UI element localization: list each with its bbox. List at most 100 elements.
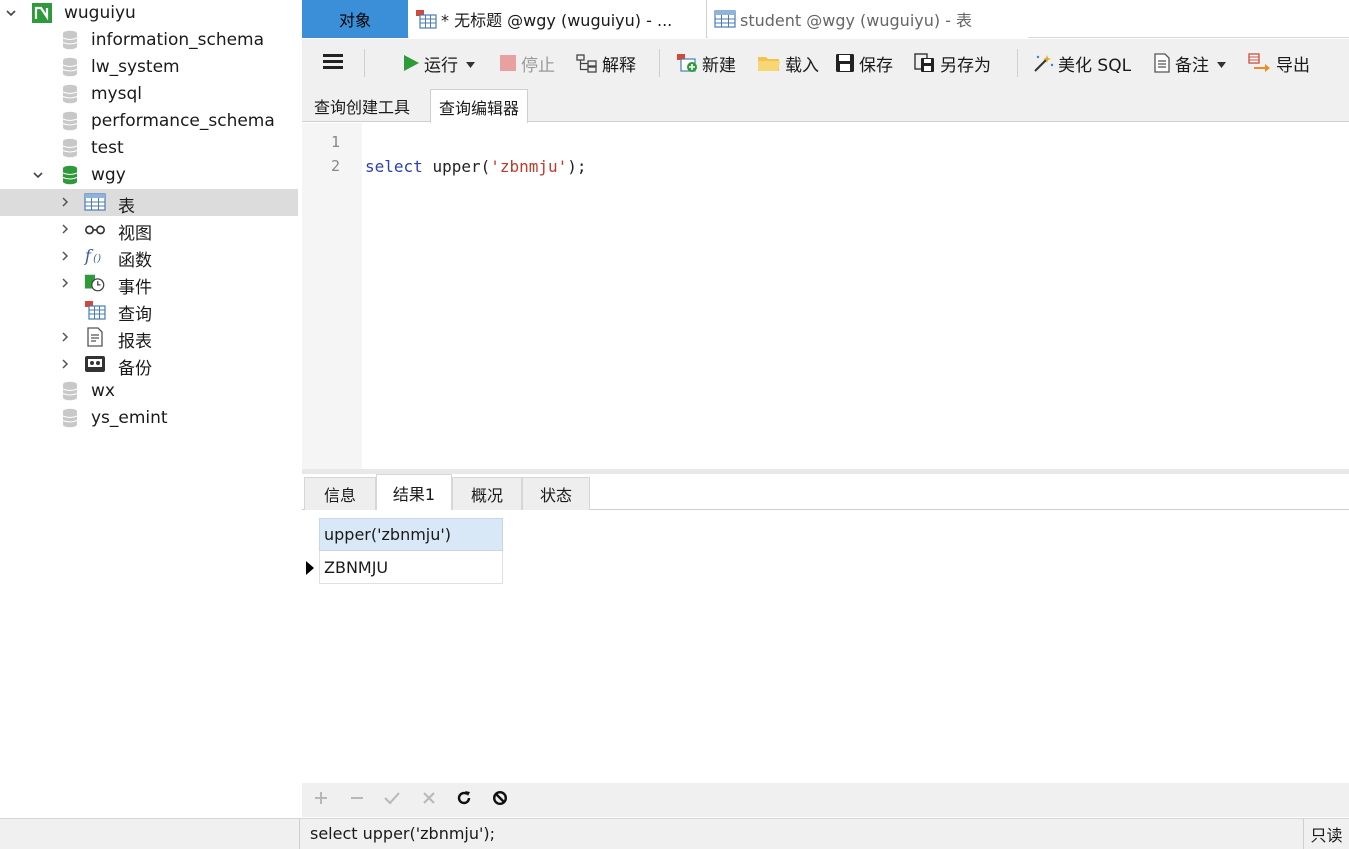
- query-icon: [84, 299, 106, 321]
- toolbar-divider: [659, 49, 660, 77]
- tree-item-label: 报表: [118, 332, 152, 352]
- query-icon: [415, 9, 437, 29]
- export-label: 导出: [1276, 55, 1310, 76]
- tree-database-wgy[interactable]: wgy: [0, 162, 298, 189]
- close-icon: [422, 790, 436, 810]
- svg-text:(): (): [93, 253, 101, 265]
- tree-item-backups[interactable]: 备份: [0, 351, 298, 379]
- tree-database[interactable]: ys_emint: [0, 405, 298, 432]
- chevron-right-icon[interactable]: [59, 250, 71, 262]
- database-icon: [59, 29, 81, 51]
- save-as-icon: [914, 53, 936, 73]
- save-icon: [835, 53, 855, 73]
- save-label: 保存: [859, 55, 893, 76]
- chevron-right-icon[interactable]: [59, 331, 71, 343]
- chevron-right-icon[interactable]: [59, 358, 71, 370]
- export-icon: [1248, 53, 1272, 73]
- sql-keyword: select: [365, 157, 423, 176]
- chevron-down-icon[interactable]: [5, 7, 17, 19]
- tree-item-label: 函数: [118, 251, 152, 271]
- chevron-right-icon[interactable]: [59, 277, 71, 289]
- refresh-icon: [456, 790, 472, 811]
- status-sql-text: select upper('zbnmju');: [310, 824, 496, 843]
- column-header[interactable]: upper('zbnmju'): [319, 518, 503, 551]
- save-button[interactable]: 保存: [835, 49, 893, 77]
- chevron-right-icon[interactable]: [59, 196, 71, 208]
- database-icon: [59, 83, 81, 105]
- comment-button[interactable]: 备注: [1153, 49, 1226, 77]
- folder-icon: [757, 54, 781, 72]
- table-icon: [714, 10, 736, 28]
- tree-database[interactable]: lw_system: [0, 54, 298, 81]
- tree-item-label: 表: [118, 197, 135, 217]
- explain-button[interactable]: 解释: [576, 49, 636, 77]
- tab-label: 查询编辑器: [439, 98, 520, 118]
- tab-query-builder[interactable]: 查询创建工具: [306, 89, 418, 122]
- cell-value: ZBNMJU: [324, 557, 389, 577]
- event-icon: [84, 272, 106, 294]
- caret-down-icon[interactable]: [466, 53, 475, 73]
- tree-item-events[interactable]: 事件: [0, 270, 298, 298]
- tree-item-functions[interactable]: f() 函数: [0, 243, 298, 271]
- add-record-button[interactable]: [311, 790, 331, 810]
- tab-objects[interactable]: 对象: [302, 0, 408, 38]
- database-label: lw_system: [91, 57, 180, 77]
- tree-database[interactable]: wx: [0, 378, 298, 405]
- refresh-button[interactable]: [454, 790, 474, 810]
- database-label: ys_emint: [91, 408, 168, 428]
- table-icon: [84, 191, 106, 213]
- document-tabs: 对象 * 无标题 @wgy (wuguiyu) - ... student @w…: [302, 0, 1349, 38]
- tab-result1[interactable]: 结果1: [376, 474, 452, 510]
- save-as-button[interactable]: 另存为: [914, 49, 991, 77]
- tab-profile[interactable]: 概况: [452, 477, 522, 510]
- stop-button[interactable]: 停止: [499, 49, 555, 77]
- beautify-sql-button[interactable]: 美化 SQL: [1032, 49, 1131, 77]
- menu-button[interactable]: [322, 49, 344, 77]
- discard-button[interactable]: [419, 790, 439, 810]
- tab-status[interactable]: 状态: [522, 477, 590, 510]
- function-icon: f(): [84, 245, 106, 267]
- tab-query-editor[interactable]: 查询编辑器: [430, 89, 529, 123]
- delete-record-button[interactable]: [347, 790, 367, 810]
- current-row-indicator: [306, 561, 314, 575]
- apply-button[interactable]: [382, 790, 402, 810]
- tree-item-reports[interactable]: 报表: [0, 324, 298, 352]
- check-icon: [384, 790, 400, 810]
- database-label: mysql: [91, 84, 142, 104]
- tree-connection-wuguiyu[interactable]: wuguiyu: [0, 0, 298, 27]
- chevron-right-icon[interactable]: [59, 223, 71, 235]
- database-icon: [59, 110, 81, 132]
- tab-info[interactable]: 信息: [304, 477, 376, 510]
- tree-database[interactable]: mysql: [0, 81, 298, 108]
- tree-item-queries[interactable]: 查询: [0, 297, 298, 325]
- tree-item-label: 视图: [118, 224, 152, 244]
- mysql-connection-icon: [31, 2, 53, 24]
- report-icon: [84, 326, 106, 348]
- sql-code-line[interactable]: select upper('zbnmju');: [365, 157, 587, 176]
- tab-label: 查询创建工具: [314, 97, 411, 117]
- load-button[interactable]: 载入: [757, 49, 819, 77]
- editor-mode-tabs: 查询创建工具 查询编辑器: [302, 87, 1349, 123]
- tab-query[interactable]: * 无标题 @wgy (wuguiyu) - ...: [409, 0, 707, 38]
- stop-query-button[interactable]: [490, 790, 510, 810]
- tree-item-tables[interactable]: 表: [0, 189, 298, 217]
- database-label: wx: [91, 381, 115, 401]
- tree-database[interactable]: test: [0, 135, 298, 162]
- run-button[interactable]: 运行: [402, 49, 475, 77]
- export-button[interactable]: 导出: [1248, 49, 1310, 77]
- tree-database[interactable]: performance_schema: [0, 108, 298, 135]
- plus-icon: [314, 790, 328, 810]
- tab-label: * 无标题 @wgy (wuguiyu) - ...: [441, 11, 673, 30]
- chevron-down-icon[interactable]: [32, 169, 44, 181]
- new-button[interactable]: 新建: [676, 49, 736, 77]
- view-icon: [84, 218, 106, 240]
- tab-student-table[interactable]: student @wgy (wuguiyu) - 表: [708, 0, 1028, 38]
- tab-label: student @wgy (wuguiyu) - 表: [740, 11, 973, 30]
- table-cell[interactable]: ZBNMJU: [319, 551, 503, 584]
- query-toolbar: 运行 停止 解释 新建 载入 保存 另存为 美化 SQL 备注 导出: [302, 39, 1349, 87]
- tree-item-views[interactable]: 视图: [0, 216, 298, 244]
- tree-database[interactable]: information_schema: [0, 27, 298, 54]
- caret-down-icon[interactable]: [1217, 53, 1226, 73]
- grid-toolbar: [302, 783, 1349, 817]
- sql-editor[interactable]: 1 2 select upper('zbnmju');: [302, 123, 1349, 469]
